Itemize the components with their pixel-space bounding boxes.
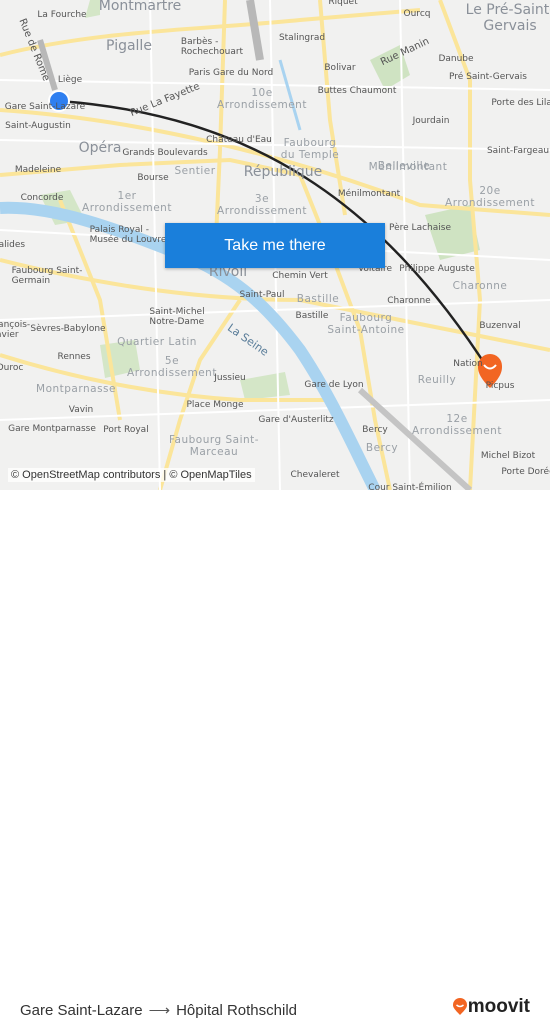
arrow-right-icon: ⟶: [148, 1002, 171, 1019]
park-jardin-plantes: [240, 372, 290, 400]
map-label: Duroc: [0, 363, 24, 373]
map-label: Saint-Fargeau: [486, 146, 550, 156]
map-label: Gare Saint-Lazare: [4, 102, 86, 112]
map-label: Château d'Eau: [206, 135, 272, 145]
map-label: Sèvres-Babylone: [30, 324, 106, 334]
map-label: 12e Arrondissement: [412, 413, 502, 437]
map-label: Pigalle: [106, 38, 152, 54]
destination-name: Hôpital Rothschild: [176, 1001, 297, 1019]
map-label: Faubourg Saint-Antoine: [327, 312, 405, 336]
map-label: Buttes Chaumont: [317, 86, 397, 96]
map-label: Invalides: [0, 240, 26, 250]
map-label: Michel Bizot: [480, 451, 536, 461]
map-label: Faubourg Saint- Marceau: [168, 434, 260, 458]
map-attribution[interactable]: © OpenStreetMap contributors | © OpenMap…: [8, 468, 255, 482]
map-label: Opéra: [78, 140, 122, 156]
map-label: Saint-Augustin: [5, 121, 71, 131]
map-label: Nation: [453, 359, 483, 369]
map-label: Faubourg Saint- Germain: [11, 266, 83, 286]
map-label: République: [243, 164, 323, 180]
map-label: François- Xavier: [0, 320, 31, 340]
origin-name: Gare Saint-Lazare: [20, 1001, 143, 1019]
map-label: Sentier: [174, 165, 216, 177]
take-me-there-button[interactable]: Take me there: [165, 223, 385, 268]
map-label: Reuilly: [417, 374, 457, 386]
map-label: Faubourg du Temple: [280, 137, 340, 161]
map-label: Vavin: [68, 405, 94, 415]
map-label: Charonne: [452, 280, 508, 292]
route-title: Gare Saint-Lazare ⟶ Hôpital Rothschild: [20, 1001, 297, 1019]
map-label: Le Pré-Saint- Gervais: [465, 2, 550, 34]
map-label: Rennes: [57, 352, 91, 362]
map-label: Place Monge: [186, 400, 244, 410]
map-label: Jourdain: [412, 116, 450, 126]
map-label: Bourse: [137, 173, 169, 183]
map-label: Père Lachaise: [389, 223, 451, 233]
map-label: Madeleine: [14, 165, 62, 175]
map-label: Bastille: [295, 311, 329, 321]
map-label: 20e Arrondissement: [445, 185, 535, 209]
moovit-pin-icon: [452, 998, 467, 1015]
map-label: Bastille: [296, 293, 340, 305]
map-label: Picpus: [485, 381, 515, 391]
map-label: Ménilmontant: [368, 161, 448, 173]
map-label: Saint-Paul: [239, 290, 285, 300]
map-label: 1er Arrondissement: [82, 190, 172, 214]
moovit-logo: moovit: [452, 996, 530, 1018]
map-label: Charonne: [387, 296, 431, 306]
map-label: Paris Gare du Nord: [188, 68, 274, 78]
map-label: Saint-Michel Notre-Dame: [149, 307, 205, 327]
map-label: Porte Dorée: [501, 467, 550, 477]
map-label: Ourcq: [403, 9, 431, 19]
map-label: Quartier Latin: [117, 336, 197, 348]
map-label: Bolivar: [324, 63, 356, 73]
map-label: Buzenval: [479, 321, 521, 331]
map-label: Gare de Lyon: [304, 380, 364, 390]
map-label: Chemin Vert: [272, 271, 328, 281]
map-label: Gare Montparnasse: [8, 424, 96, 434]
map-label: 5e Arrondissement: [127, 355, 217, 379]
map-label: Gare d'Austerlitz: [258, 415, 334, 425]
map-label: Liège: [57, 75, 83, 85]
map-label: Grands Boulevards: [122, 148, 208, 158]
map[interactable]: Montmartre La Fourche Rue de Rome Pigalle Ba…: [0, 0, 550, 490]
map-label: 10e Arrondissement: [217, 87, 307, 111]
map-label: Porte des Lilas: [491, 98, 550, 108]
map-label: La Fourche: [37, 10, 87, 20]
map-label: Stalingrad: [278, 33, 326, 43]
map-label: Concorde: [20, 193, 64, 203]
map-label: Pré Saint-Gervais: [449, 72, 527, 82]
map-label: Philippe Auguste: [399, 264, 475, 274]
map-label: Montparnasse: [36, 383, 116, 395]
map-label: Danube: [438, 54, 474, 64]
footer: Gare Saint-Lazare ⟶ Hôpital Rothschild m…: [0, 490, 550, 1019]
map-label: Riquet: [328, 0, 358, 7]
map-label: Bercy: [365, 442, 399, 454]
map-label: Jussieu: [214, 373, 246, 383]
map-label: Barbès - Rochechouart: [180, 37, 244, 57]
map-label: Chevaleret: [290, 470, 340, 480]
map-label: 3e Arrondissement: [217, 193, 307, 217]
map-label: Montmartre: [98, 0, 182, 14]
map-label: Cour Saint-Émilion: [368, 483, 452, 490]
map-label: Ménilmontant: [337, 189, 401, 199]
map-label: Bercy: [362, 425, 388, 435]
map-label: Port Royal: [103, 425, 149, 435]
map-label: Palais Royal - Musée du Louvre: [89, 225, 167, 245]
